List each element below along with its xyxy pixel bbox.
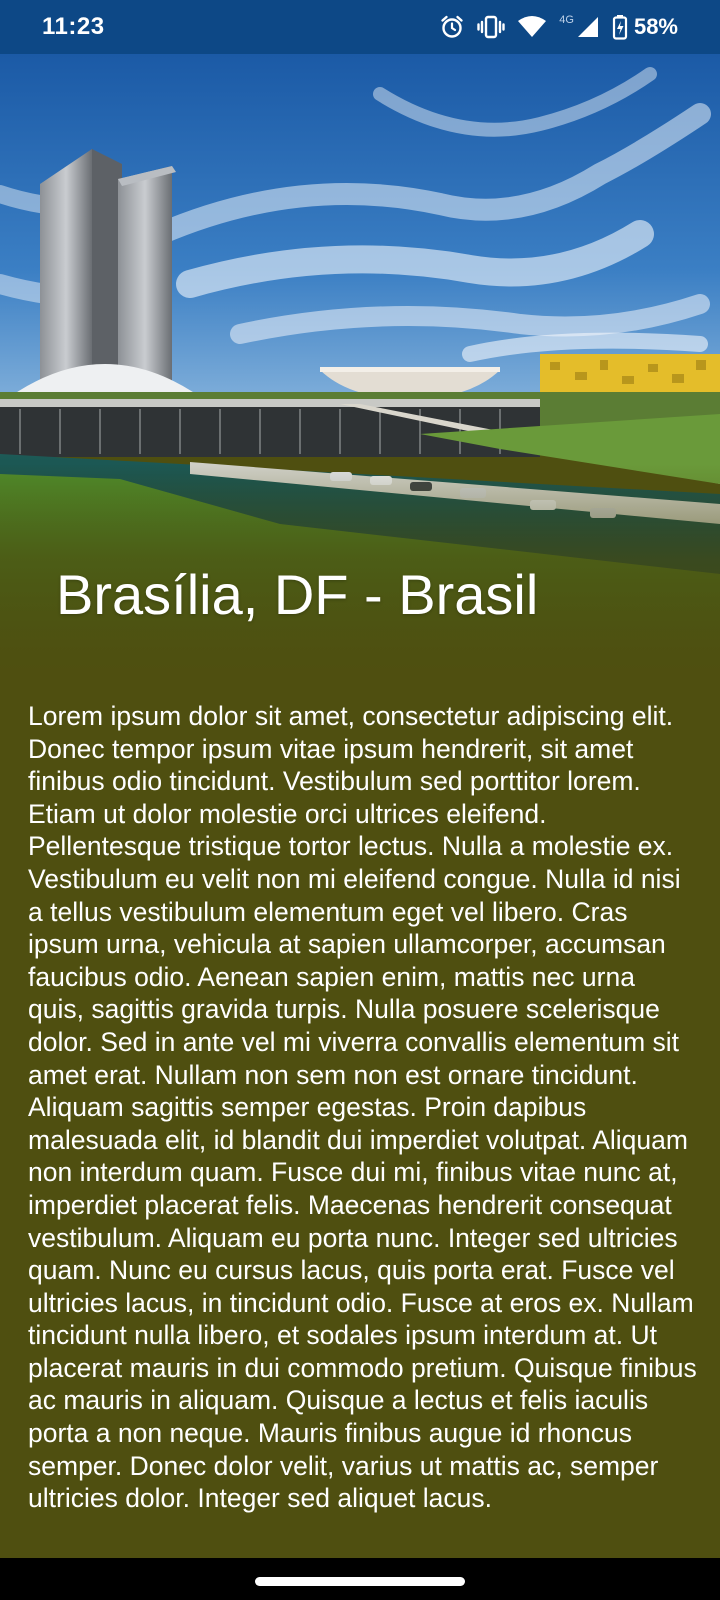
article-content[interactable]: Lorem ipsum dolor sit amet, consectetur … — [28, 700, 698, 1560]
status-icons: 4G 58% — [439, 14, 678, 40]
page-title: Brasília, DF - Brasil — [56, 563, 539, 626]
network-type-label: 4G — [559, 14, 574, 26]
wifi-icon — [517, 15, 547, 39]
status-bar: 11:23 4G 58% — [0, 0, 720, 54]
home-gesture-handle[interactable] — [255, 1576, 465, 1586]
vibrate-icon — [477, 14, 505, 40]
article-body-text: Lorem ipsum dolor sit amet, consectetur … — [28, 701, 697, 1514]
hero-header: Brasília, DF - Brasil — [0, 54, 720, 674]
alarm-icon — [439, 14, 465, 40]
signal-icon — [576, 15, 600, 39]
battery-percent: 58% — [633, 14, 678, 39]
navigation-bar — [0, 1558, 720, 1600]
status-time: 11:23 — [42, 13, 105, 40]
battery-icon — [612, 14, 628, 40]
